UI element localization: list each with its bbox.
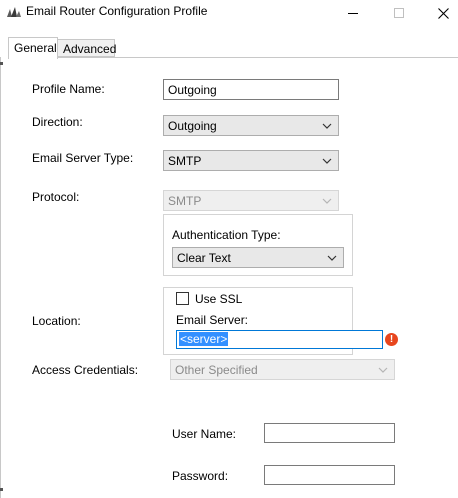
user-name-input[interactable] <box>264 423 395 443</box>
authentication-type-value: Clear Text <box>177 251 231 265</box>
panel-left-border <box>0 57 1 498</box>
direction-select[interactable]: Outgoing <box>163 115 339 136</box>
minimize-button[interactable] <box>330 0 376 26</box>
tab-strip: General Advanced <box>0 26 458 59</box>
authentication-type-label: Authentication Type: <box>172 228 281 242</box>
email-server-input[interactable]: <server> <box>176 330 383 349</box>
minimize-icon <box>348 13 358 14</box>
use-ssl-label: Use SSL <box>195 292 243 306</box>
panel-edge-mark <box>0 488 3 491</box>
direction-label: Direction: <box>32 115 83 129</box>
profile-name-label: Profile Name: <box>32 82 105 96</box>
maximize-icon <box>394 8 404 18</box>
password-label: Password: <box>172 469 229 483</box>
user-name-label: User Name: <box>172 427 237 441</box>
direction-value: Outgoing <box>168 119 217 133</box>
password-input[interactable] <box>264 465 395 485</box>
chevron-down-icon <box>327 255 337 261</box>
email-server-type-value: SMTP <box>168 154 202 168</box>
tab-general[interactable]: General <box>8 37 58 59</box>
chevron-down-icon <box>378 367 388 373</box>
close-button[interactable] <box>420 0 458 26</box>
panel-edge-mark <box>0 62 3 65</box>
tab-advanced[interactable]: Advanced <box>57 39 116 57</box>
authentication-type-select[interactable]: Clear Text <box>172 247 344 268</box>
close-icon <box>437 7 449 19</box>
email-server-value: <server> <box>179 332 229 346</box>
location-label: Location: <box>32 314 81 328</box>
email-server-type-select[interactable]: SMTP <box>163 150 339 171</box>
error-icon: ! <box>385 333 398 346</box>
maximize-button[interactable] <box>376 0 422 26</box>
email-server-label: Email Server: <box>176 313 249 327</box>
use-ssl-checkbox[interactable] <box>176 292 189 305</box>
email-server-type-label: Email Server Type: <box>32 151 134 165</box>
access-credentials-select: Other Specified <box>170 359 395 380</box>
chevron-down-icon <box>322 158 332 164</box>
tab-panel-border <box>8 57 458 58</box>
chevron-down-icon <box>322 198 332 204</box>
access-credentials-value: Other Specified <box>175 363 258 377</box>
profile-name-input[interactable]: Outgoing <box>163 79 339 100</box>
protocol-label: Protocol: <box>32 190 80 204</box>
access-credentials-label: Access Credentials: <box>32 363 139 377</box>
protocol-value: SMTP <box>168 194 202 208</box>
protocol-select: SMTP <box>163 190 339 211</box>
chevron-down-icon <box>322 123 332 129</box>
dynamics-logo-icon <box>7 7 21 17</box>
window-title: Email Router Configuration Profile <box>26 4 208 18</box>
title-bar: Email Router Configuration Profile <box>0 0 458 26</box>
